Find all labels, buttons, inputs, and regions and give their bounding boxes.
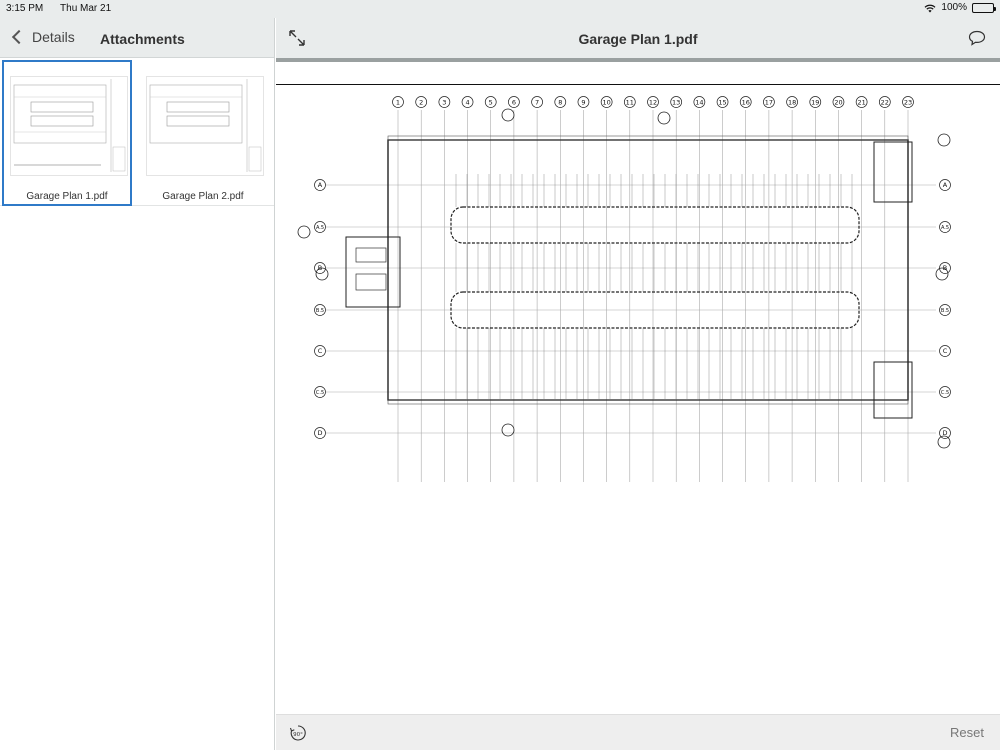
attachment-name: Garage Plan 2.pdf xyxy=(162,191,244,202)
pdf-thumbnail-preview xyxy=(146,76,264,176)
grid-label-column: 9 xyxy=(581,99,585,107)
viewer-toolbar: 90° Reset xyxy=(276,714,1000,750)
grid-label-row: B.5 xyxy=(316,308,324,314)
pdf-canvas[interactable]: 1 2 3 4 5 6 7 8 9 10 11 12 13 14 15 16 17 18 19 20 21 22 23 A A A… xyxy=(276,62,1000,713)
grid-label-row: A xyxy=(318,181,323,189)
reset-button[interactable]: Reset xyxy=(950,725,984,740)
grid-label-row: A.5 xyxy=(941,225,949,231)
battery-percent: 100% xyxy=(941,2,967,13)
grid-label-column: 8 xyxy=(558,99,562,107)
stair-2 xyxy=(873,141,913,203)
grid-label-column: 6 xyxy=(512,99,516,107)
back-button-label: Details xyxy=(32,29,75,45)
grid-label-column: 7 xyxy=(535,99,539,107)
grid-label-row: C.5 xyxy=(941,390,949,396)
status-bar: 3:15 PM Thu Mar 21 100% xyxy=(0,0,1000,18)
grid-label-column: 12 xyxy=(649,99,657,107)
section-marker xyxy=(297,225,311,239)
attachment-thumbnail-1[interactable]: Garage Plan 1.pdf xyxy=(2,60,132,206)
ramp-upper xyxy=(450,206,860,244)
grid-label-column: 5 xyxy=(489,99,493,107)
section-marker xyxy=(501,423,515,437)
grid-label-row: B.5 xyxy=(941,308,949,314)
attachment-thumbnail-list: Garage Plan 1.pdf Garage Plan 2.pdf xyxy=(0,58,274,206)
attachment-thumbnail-2[interactable]: Garage Plan 2.pdf xyxy=(138,60,268,206)
status-date: Thu Mar 21 xyxy=(60,3,112,14)
grid-label-column: 2 xyxy=(419,99,423,107)
grid-label-row: C.5 xyxy=(316,390,324,396)
stair-1-flight xyxy=(355,247,387,263)
attachment-name: Garage Plan 1.pdf xyxy=(26,191,108,202)
stair-3 xyxy=(873,361,913,419)
grid-label-column: 11 xyxy=(626,99,634,107)
rotate-label: 90° xyxy=(293,732,303,738)
attachments-title: Attachments xyxy=(100,31,185,47)
grid-label-column: 14 xyxy=(695,99,703,107)
grid-label-row: A xyxy=(943,181,948,189)
pdf-viewer-pane: Garage Plan 1.pdf 1 2 3 4 5 6 7 8 9 10 11 12 13 14 15 1… xyxy=(276,18,1000,750)
attachments-pane: Details Attachments Garage Plan 1.pdf Ga… xyxy=(0,18,275,750)
comment-icon[interactable] xyxy=(968,30,986,46)
grid-label-column: 19 xyxy=(811,99,819,107)
grid-label-row: C xyxy=(318,347,323,355)
section-marker xyxy=(657,111,671,125)
grid-label-column: 10 xyxy=(602,99,610,107)
grid-label-column: 18 xyxy=(788,99,796,107)
grid-label-column: 20 xyxy=(834,99,842,107)
elevator xyxy=(355,273,387,291)
grid-label-column: 23 xyxy=(904,99,912,107)
back-button[interactable]: Details xyxy=(10,29,75,45)
grid-label-column: 3 xyxy=(442,99,446,107)
battery-icon xyxy=(972,2,996,13)
rotate-icon[interactable]: 90° xyxy=(288,723,308,743)
grid-label-row: D xyxy=(317,429,322,437)
grid-label-column: 15 xyxy=(718,99,726,107)
grid-label-column: 4 xyxy=(465,99,469,107)
viewer-header: Garage Plan 1.pdf xyxy=(276,18,1000,58)
section-marker xyxy=(937,133,951,147)
section-marker xyxy=(501,108,515,122)
pdf-thumbnail-preview xyxy=(10,76,128,176)
document-title: Garage Plan 1.pdf xyxy=(578,31,698,47)
grid-label-column: 21 xyxy=(857,99,865,107)
grid-label-column: 16 xyxy=(742,99,750,107)
status-time: 3:15 PM xyxy=(6,3,44,14)
grid-label-row: A.5 xyxy=(316,225,324,231)
grid-label-column: 22 xyxy=(881,99,889,107)
grid-label-column: 13 xyxy=(672,99,680,107)
stair-1 xyxy=(345,236,401,308)
wifi-icon xyxy=(924,4,936,12)
grid-label-column: 1 xyxy=(396,99,400,107)
grid-label-column: 17 xyxy=(765,99,773,107)
chevron-left-icon xyxy=(11,29,27,45)
attachments-header: Details Attachments xyxy=(0,18,274,58)
grid-label-row: C xyxy=(943,347,948,355)
garage-floor-plan-drawing: 1 2 3 4 5 6 7 8 9 10 11 12 13 14 15 16 17 18 19 20 21 22 23A AA… xyxy=(297,96,951,482)
